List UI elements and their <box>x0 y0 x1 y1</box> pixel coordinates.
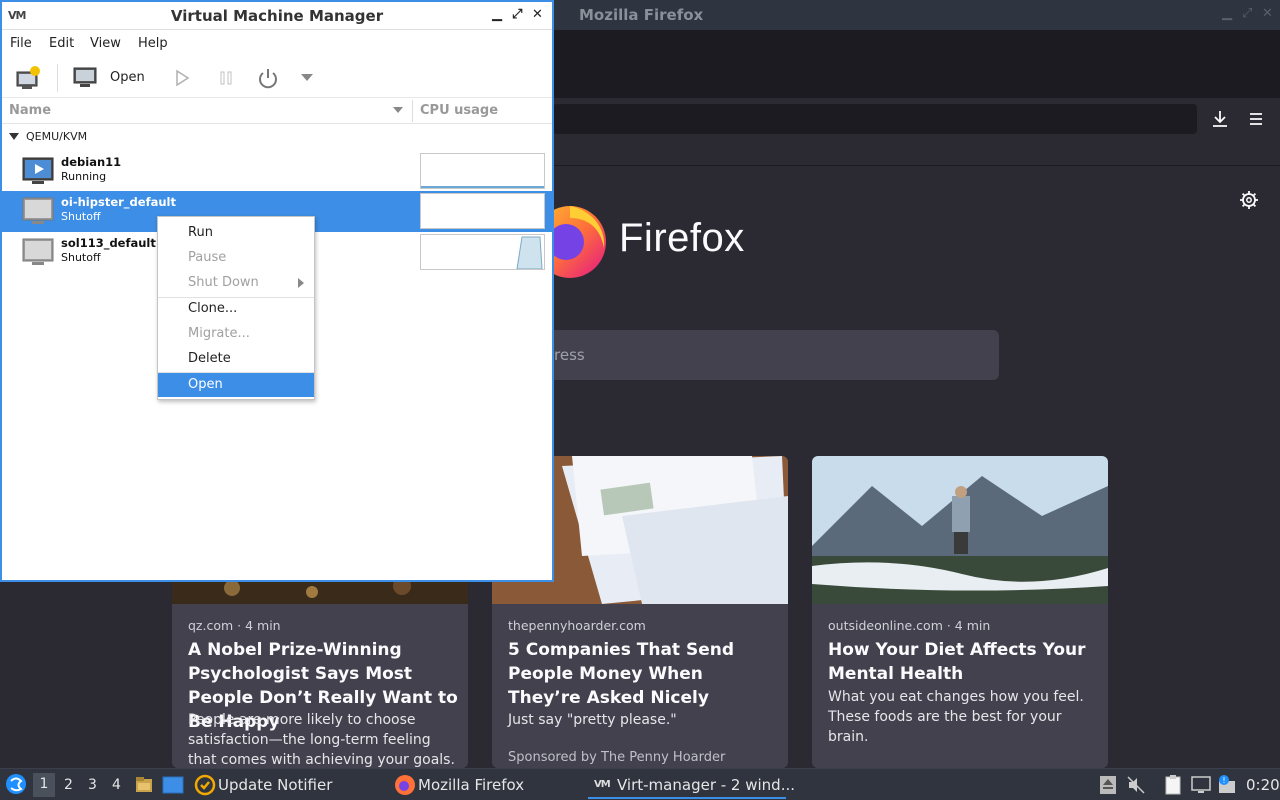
network-icon[interactable] <box>1190 775 1212 795</box>
ctx-delete[interactable]: Delete <box>158 347 314 371</box>
vm-status: Shutoff <box>61 210 101 223</box>
story-description: Just say "pretty please." <box>508 712 677 728</box>
vm-context-menu: Run Pause Shut Down Clone... Migrate... … <box>157 216 315 400</box>
cpu-usage-line <box>421 186 544 188</box>
svg-text:!: ! <box>1222 776 1225 785</box>
pause-icon[interactable] <box>216 68 236 88</box>
vm-icon <box>22 197 54 224</box>
firefox-search-box[interactable] <box>520 330 999 380</box>
ctx-run[interactable]: Run <box>158 221 314 245</box>
close-icon[interactable]: ✕ <box>532 7 543 22</box>
vmm-window-title: Virtual Machine Manager <box>170 7 384 25</box>
story-source: thepennyhoarder.com <box>508 618 646 633</box>
ctx-open[interactable]: Open <box>158 373 314 397</box>
minimize-icon[interactable]: ▁ <box>492 7 502 22</box>
eject-icon[interactable] <box>1098 774 1118 796</box>
sort-arrow-icon[interactable] <box>393 107 403 113</box>
task-virt-manager[interactable]: Virt-manager - 2 wind... <box>617 776 795 794</box>
firefox-search-placeholder: ress <box>554 346 585 364</box>
vm-icon <box>22 238 54 265</box>
column-header-name[interactable]: Name <box>9 103 51 118</box>
workspace-4[interactable]: 4 <box>112 777 121 793</box>
firefox-window-title: Mozilla Firefox <box>579 6 704 24</box>
menu-view[interactable]: View <box>90 36 121 51</box>
task-firefox[interactable]: Mozilla Firefox <box>418 776 524 794</box>
virt-manager-taskbar-icon: VM <box>594 779 611 790</box>
vm-status: Shutoff <box>61 251 101 264</box>
file-manager-icon[interactable] <box>134 775 154 795</box>
vm-row[interactable]: debian11 Running <box>2 151 552 192</box>
gear-icon[interactable] <box>1238 189 1260 211</box>
maximize-icon[interactable]: ⤢ <box>1242 6 1252 21</box>
story-sponsor: Sponsored by The Penny Hoarder <box>508 750 726 765</box>
story-source: qz.com · 4 min <box>188 618 281 633</box>
download-icon[interactable] <box>1208 107 1232 131</box>
cpu-usage-graph <box>420 153 545 189</box>
expander-arrow-icon[interactable] <box>9 133 19 140</box>
story-card[interactable]: outsideonline.com · 4 min How Your Diet … <box>812 456 1108 768</box>
story-source: outsideonline.com · 4 min <box>828 618 991 633</box>
maximize-icon[interactable]: ⤢ <box>512 7 522 22</box>
vmm-menubar: File Edit View Help <box>2 31 552 57</box>
story-description: People are more likely to choose satisfa… <box>188 712 455 768</box>
toolbar-separator <box>57 64 58 92</box>
vm-name: sol113_default <box>61 236 156 250</box>
story-description: What you eat changes how you feel. These… <box>828 689 1084 745</box>
power-icon[interactable] <box>256 66 280 90</box>
update-notifier-icon <box>194 774 216 796</box>
vm-name: debian11 <box>61 155 122 169</box>
cpu-usage-spike <box>516 236 543 270</box>
submenu-arrow-icon <box>298 278 304 288</box>
vm-list-header: Name CPU usage <box>2 98 552 124</box>
start-menu-icon[interactable] <box>5 773 27 795</box>
firefox-wordmark: Firefox <box>619 216 745 260</box>
run-icon[interactable] <box>172 68 192 88</box>
vmm-toolbar: Open <box>2 58 552 98</box>
vm-name: oi-hipster_default <box>61 195 176 209</box>
volume-muted-icon[interactable] <box>1126 775 1146 795</box>
ctx-clone[interactable]: Clone... <box>158 297 314 321</box>
hamburger-menu-icon[interactable] <box>1245 108 1267 130</box>
firefox-taskbar-icon <box>395 775 415 795</box>
toolbar-open-label[interactable]: Open <box>110 70 145 85</box>
taskbar: 1 2 3 4 Update Notifier Mozilla Firefox … <box>0 768 1280 800</box>
clock: 0:20 <box>1246 776 1280 794</box>
notification-icon[interactable]: ! <box>1216 774 1238 796</box>
column-header-cpu[interactable]: CPU usage <box>420 103 498 118</box>
story-image <box>812 456 1108 604</box>
chevron-down-icon[interactable] <box>300 72 314 82</box>
close-icon[interactable]: ✕ <box>1262 6 1273 21</box>
active-task-indicator <box>588 797 786 799</box>
running-vm-icon <box>22 157 54 184</box>
column-divider <box>412 100 413 122</box>
workspace-3[interactable]: 3 <box>88 777 97 793</box>
story-title[interactable]: How Your Diet Affects Your Mental Health <box>828 638 1098 686</box>
cpu-usage-graph <box>420 234 545 270</box>
menu-file[interactable]: File <box>10 36 32 51</box>
workspace-2[interactable]: 2 <box>64 777 73 793</box>
ctx-pause[interactable]: Pause <box>158 246 314 270</box>
show-desktop-icon[interactable] <box>162 775 184 795</box>
workspace-1[interactable]: 1 <box>33 773 55 797</box>
monitor-icon[interactable] <box>72 66 100 90</box>
new-vm-icon[interactable] <box>14 64 42 92</box>
story-title[interactable]: 5 Companies That Send People Money When … <box>508 638 778 710</box>
cpu-usage-graph <box>420 193 545 229</box>
vmm-titlebar[interactable]: VM Virtual Machine Manager ▁ ⤢ ✕ <box>2 2 552 30</box>
ctx-migrate[interactable]: Migrate... <box>158 322 314 346</box>
firefox-url-bar[interactable] <box>553 104 1197 134</box>
menu-edit[interactable]: Edit <box>49 36 74 51</box>
clipboard-icon[interactable] <box>1162 774 1184 796</box>
menu-help[interactable]: Help <box>138 36 168 51</box>
minimize-icon[interactable]: ▁ <box>1222 6 1232 21</box>
connection-group-label[interactable]: QEMU/KVM <box>26 130 87 143</box>
ctx-shut-down[interactable]: Shut Down <box>158 271 314 295</box>
vm-status: Running <box>61 170 107 183</box>
task-update-notifier[interactable]: Update Notifier <box>218 776 332 794</box>
